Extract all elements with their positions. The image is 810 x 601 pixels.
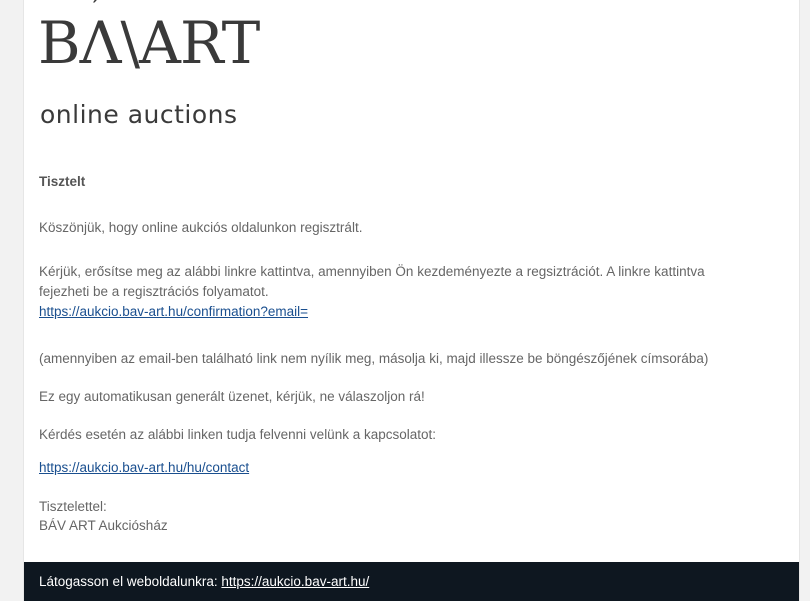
confirmation-link[interactable]: https://aukcio.bav-art.hu/confirmation?e…: [39, 304, 308, 319]
thank-you-text: Köszönjük, hogy online aukciós oldalunko…: [39, 220, 363, 235]
confirm-instructions-line2: fejezheti be a regisztrációs folyamatot.: [39, 284, 269, 299]
logo-wordmark: BΛ ´ \ART: [38, 0, 260, 72]
signature-block: Tisztelettel: BÁV ART Aukciósház: [39, 497, 779, 535]
footer-website-link[interactable]: https://aukcio.bav-art.hu/: [221, 574, 369, 589]
contact-text: Kérdés esetén az alábbi linken tudja fel…: [39, 427, 437, 442]
logo-letters-art: \ART: [120, 9, 261, 77]
closing-text: Tisztelettel:: [39, 499, 107, 514]
contact-link-row: https://aukcio.bav-art.hu/hu/contact: [39, 458, 779, 478]
auto-message-notice: Ez egy automatikusan generált üzenet, ké…: [39, 389, 425, 404]
footer-text: Látogasson el weboldalunkra:: [39, 574, 222, 589]
confirm-instructions-line1: Kérjük, erősítse meg az alábbi linkre ka…: [39, 264, 705, 279]
signature-name: BÁV ART Aukciósház: [39, 518, 168, 533]
logo-accent: ´: [87, 0, 102, 27]
email-body: BΛ ´ \ART online auctions Tisztelt Köszönj…: [23, 0, 800, 601]
logo-letter-b: B: [38, 9, 81, 77]
logo-tagline: online auctions: [40, 100, 238, 129]
link-help-text: (amennyiben az email-ben található link …: [39, 351, 709, 366]
greeting: Tisztelt: [39, 174, 86, 189]
bav-art-logo: BΛ ´ \ART online auctions: [38, 0, 338, 134]
contact-link[interactable]: https://aukcio.bav-art.hu/hu/contact: [39, 460, 249, 475]
footer-bar: Látogasson el weboldalunkra: https://auk…: [24, 562, 799, 601]
confirm-instructions: Kérjük, erősítse meg az alábbi linkre ka…: [39, 262, 779, 322]
logo-letter-a: Λ ´: [80, 0, 122, 77]
